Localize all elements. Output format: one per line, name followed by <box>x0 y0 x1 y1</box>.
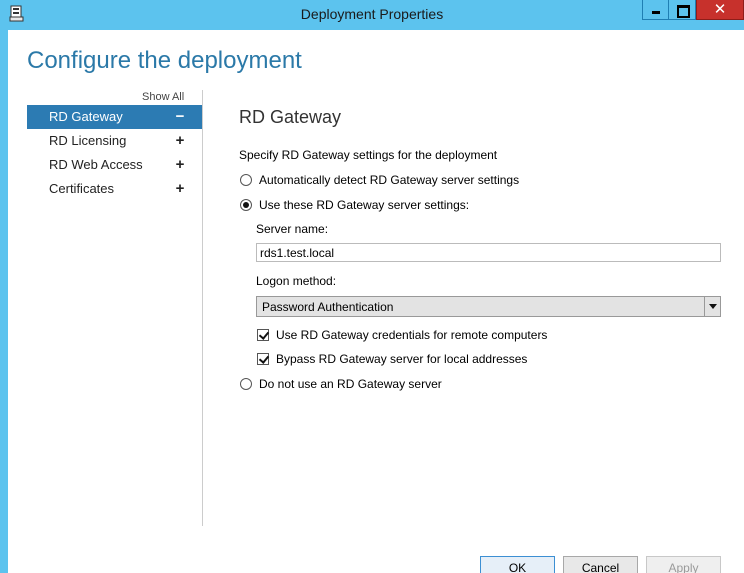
page-title: Configure the deployment <box>27 47 302 74</box>
sidebar-item-rd-web-access[interactable]: RD Web Access + <box>27 153 202 177</box>
dropdown-arrow-icon[interactable] <box>704 297 720 316</box>
radio-no-gateway[interactable]: Do not use an RD Gateway server <box>240 376 442 392</box>
title-bar[interactable]: Deployment Properties ✕ <box>0 0 744 30</box>
logon-method-value: Password Authentication <box>262 300 394 314</box>
apply-button[interactable]: Apply <box>646 556 721 573</box>
expand-icon: + <box>175 156 185 173</box>
radio-use-settings[interactable]: Use these RD Gateway server settings: <box>240 197 469 213</box>
maximize-button[interactable] <box>669 0 696 20</box>
sidebar-divider <box>202 90 203 526</box>
server-name-input[interactable] <box>256 243 721 262</box>
checkbox-use-credentials[interactable]: Use RD Gateway credentials for remote co… <box>257 327 547 343</box>
sidebar-item-rd-licensing[interactable]: RD Licensing + <box>27 129 202 153</box>
dialog-body: Configure the deployment Show All RD Gat… <box>8 30 744 573</box>
sidebar-nav: RD Gateway − RD Licensing + RD Web Acces… <box>27 105 202 201</box>
checkbox-bypass-local[interactable]: Bypass RD Gateway server for local addre… <box>257 351 527 367</box>
radio-no-gateway-control[interactable] <box>240 378 252 390</box>
collapse-icon: − <box>175 108 185 125</box>
logon-method-select[interactable]: Password Authentication <box>256 296 721 317</box>
section-description: Specify RD Gateway settings for the depl… <box>239 148 498 162</box>
checkbox-use-credentials-label: Use RD Gateway credentials for remote co… <box>276 328 548 342</box>
sidebar-item-label: Certificates <box>49 181 115 196</box>
close-icon: ✕ <box>713 1 727 18</box>
server-name-label: Server name: <box>256 222 329 236</box>
minimize-button[interactable] <box>642 0 669 20</box>
window-title: Deployment Properties <box>300 6 444 22</box>
radio-use-settings-label: Use these RD Gateway server settings: <box>259 198 470 212</box>
sidebar-item-label: RD Gateway <box>49 109 123 124</box>
logon-method-label: Logon method: <box>256 274 337 288</box>
expand-icon: + <box>175 132 185 149</box>
sidebar-item-certificates[interactable]: Certificates + <box>27 177 202 201</box>
radio-auto-detect-control[interactable] <box>240 174 252 186</box>
radio-auto-detect[interactable]: Automatically detect RD Gateway server s… <box>240 172 519 188</box>
radio-no-gateway-label: Do not use an RD Gateway server <box>259 377 442 391</box>
checkbox-bypass-local-label: Bypass RD Gateway server for local addre… <box>276 352 528 366</box>
show-all-link[interactable]: Show All <box>142 91 184 103</box>
sidebar-item-rd-gateway[interactable]: RD Gateway − <box>27 105 202 129</box>
radio-use-settings-control[interactable] <box>240 199 252 211</box>
ok-button[interactable]: OK <box>480 556 555 573</box>
cancel-button[interactable]: Cancel <box>563 556 638 573</box>
close-button[interactable]: ✕ <box>696 0 744 20</box>
expand-icon: + <box>175 180 185 197</box>
radio-auto-detect-label: Automatically detect RD Gateway server s… <box>259 173 520 187</box>
sidebar-item-label: RD Web Access <box>49 157 143 172</box>
section-title: RD Gateway <box>239 107 342 127</box>
checkbox-bypass-local-control[interactable] <box>257 353 269 365</box>
sidebar-item-label: RD Licensing <box>49 133 127 148</box>
checkbox-use-credentials-control[interactable] <box>257 329 269 341</box>
